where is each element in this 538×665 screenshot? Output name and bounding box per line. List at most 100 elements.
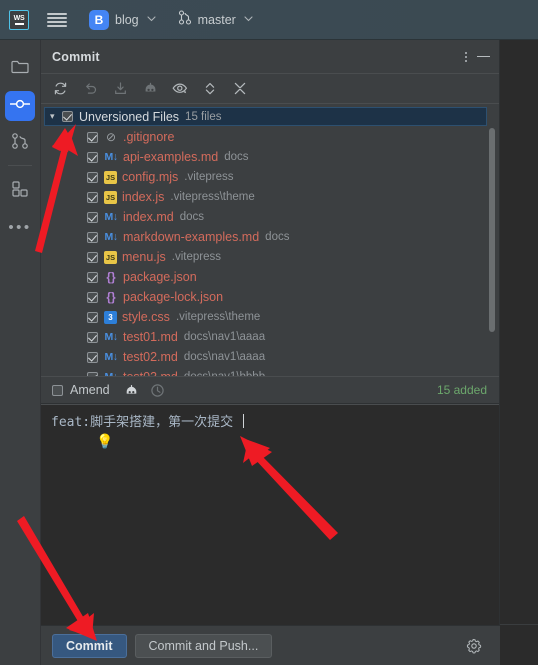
file-checkbox[interactable] (87, 251, 98, 263)
sidebar-item-plugins[interactable] (5, 176, 35, 206)
file-checkbox[interactable] (87, 271, 98, 283)
file-name: markdown-examples.md (123, 230, 260, 244)
changelist-label: Unversioned Files (79, 109, 180, 124)
commit-toolbar (41, 74, 499, 104)
folder-icon (11, 59, 29, 79)
table-row[interactable]: {} package.json (41, 267, 499, 287)
ai-assistant-button[interactable] (142, 81, 158, 97)
rail-divider (8, 165, 32, 166)
project-selector[interactable]: B blog (89, 9, 156, 30)
hamburger-line (47, 12, 67, 15)
file-checkbox[interactable] (87, 131, 98, 143)
table-row[interactable]: M↓ markdown-examples.md docs (41, 227, 499, 247)
file-checkbox[interactable] (87, 151, 98, 163)
minimize-button[interactable] (477, 55, 490, 58)
commit-settings-button[interactable] (466, 638, 482, 654)
hamburger-line (47, 24, 67, 27)
webstorm-logo[interactable]: WS (9, 9, 29, 30)
branch-selector[interactable]: master (178, 9, 253, 30)
file-name: test02.md (123, 350, 178, 364)
vertical-dots-icon (465, 51, 467, 62)
table-row[interactable]: M↓ test03.md docs\nav1\bbbb (41, 367, 499, 376)
collapse-all-button[interactable] (232, 81, 248, 97)
chevron-down-icon (244, 14, 253, 25)
changes-tree-scrollbar[interactable] (489, 128, 495, 332)
file-path: docs\nav1\bbbb (184, 371, 265, 376)
refresh-changes-button[interactable] (52, 81, 68, 97)
file-name: style.css (122, 310, 170, 324)
collapse-icon (234, 82, 246, 95)
minus-icon (477, 55, 490, 58)
table-row[interactable]: JS menu.js .vitepress (41, 247, 499, 267)
file-checkbox[interactable] (87, 171, 98, 183)
file-name: menu.js (122, 250, 166, 264)
file-checkbox[interactable] (87, 191, 98, 203)
hamburger-line (47, 20, 67, 23)
main-menu-button[interactable] (47, 12, 67, 28)
table-row[interactable]: M↓ api-examples.md docs (41, 147, 499, 167)
status-badge: 15 added (436, 383, 487, 397)
js-icon: JS (104, 170, 117, 184)
table-row[interactable]: M↓ index.md docs (41, 207, 499, 227)
changelist-checkbox[interactable] (62, 111, 73, 122)
file-checkbox[interactable] (87, 231, 98, 243)
webstorm-commit-window: WS B blog master ••• Commit ▾ Unversione… (0, 0, 538, 665)
ai-commit-message-button[interactable] (124, 382, 140, 398)
chevron-updown-icon (205, 83, 215, 95)
markdown-icon: M↓ (104, 331, 119, 343)
commit-button[interactable]: Commit (52, 633, 127, 658)
dot (465, 51, 467, 54)
commit-and-push-button[interactable]: Commit and Push... (134, 633, 273, 658)
amend-checkbox[interactable] (52, 384, 63, 396)
sidebar-item-project[interactable] (5, 54, 35, 84)
changelist-count: 15 files (185, 110, 222, 123)
expand-collapse-button[interactable] (202, 81, 218, 97)
amend-label: Amend (70, 383, 110, 397)
table-row[interactable]: {} package-lock.json (41, 287, 499, 307)
sidebar-item-more[interactable]: ••• (5, 213, 35, 243)
hamburger-line (47, 16, 67, 19)
more-dots-icon: ••• (8, 219, 32, 236)
sidebar-item-version-control[interactable] (5, 128, 35, 158)
file-checkbox[interactable] (87, 351, 98, 363)
refresh-icon (54, 82, 66, 95)
js-icon: JS (104, 250, 117, 264)
changes-tree[interactable]: ▾ Unversioned Files 15 files ⊘ .gitignor… (41, 104, 499, 376)
table-row[interactable]: 3 style.css .vitepress\theme (41, 307, 499, 327)
shelve-changes-button[interactable] (112, 81, 128, 97)
undo-icon (85, 83, 96, 94)
file-path: .vitepress\theme (170, 191, 255, 203)
table-row[interactable]: ⊘ .gitignore (41, 127, 499, 147)
file-path: docs\nav1\aaaa (183, 331, 266, 343)
json-icon: {} (106, 270, 116, 284)
changelist-unversioned-files[interactable]: ▾ Unversioned Files 15 files (44, 107, 487, 126)
file-name: test03.md (123, 370, 178, 376)
file-checkbox[interactable] (87, 291, 98, 303)
gear-icon (466, 638, 482, 653)
commit-tool-window: Commit ▾ Unversioned Files 15 files ⊘ .g… (41, 40, 500, 665)
file-path: docs\nav1\aaaa (183, 351, 266, 363)
intention-bulb-icon[interactable]: 💡 (96, 433, 113, 450)
show-diff-button[interactable] (172, 81, 188, 97)
table-row[interactable]: M↓ test02.md docs\nav1\aaaa (41, 347, 499, 367)
text-caret (243, 414, 245, 428)
rollback-button[interactable] (82, 81, 98, 97)
table-row[interactable]: JS index.js .vitepress\theme (41, 187, 499, 207)
chevron-down-icon (147, 14, 156, 25)
options-menu-button[interactable] (465, 51, 467, 62)
file-path: docs (179, 211, 205, 223)
file-checkbox[interactable] (87, 311, 98, 323)
sidebar-item-commit[interactable] (5, 91, 35, 121)
table-row[interactable]: JS config.mjs .vitepress (41, 167, 499, 187)
chevron-down-icon[interactable]: ▾ (50, 111, 62, 122)
commit-history-button[interactable] (150, 382, 166, 398)
file-name: api-examples.md (123, 150, 219, 164)
branch-icon (11, 132, 29, 155)
file-checkbox[interactable] (87, 371, 98, 376)
file-path: .vitepress (184, 171, 234, 183)
file-checkbox[interactable] (87, 211, 98, 223)
file-checkbox[interactable] (87, 331, 98, 343)
table-row[interactable]: M↓ test01.md docs\nav1\aaaa (41, 327, 499, 347)
main-toolbar: WS B blog master (0, 0, 538, 40)
css-icon: 3 (104, 310, 117, 324)
